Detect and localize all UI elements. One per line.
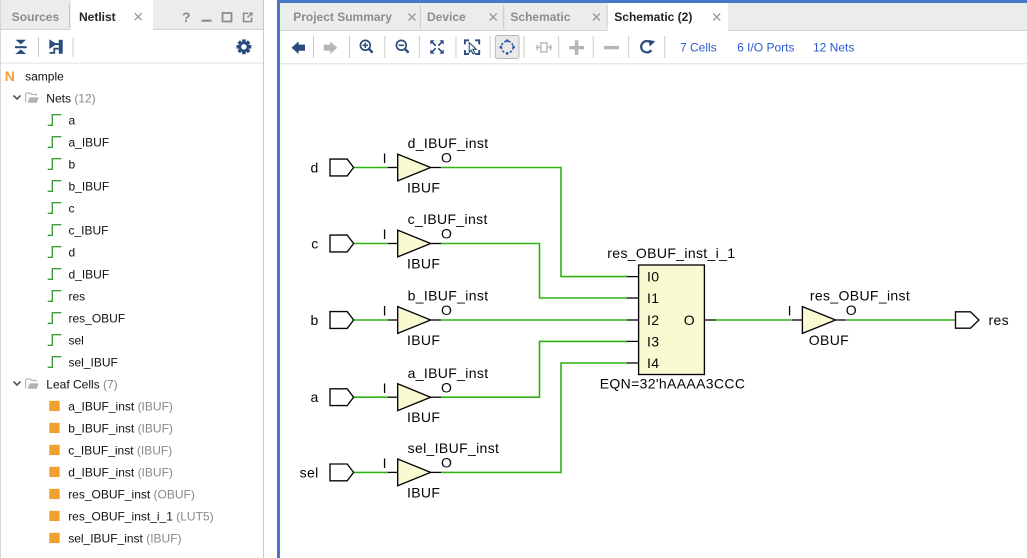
svg-text:Netlist: Netlist xyxy=(79,10,116,24)
svg-text:O: O xyxy=(441,302,452,318)
svg-text:res_OBUF_inst_i_1 (LUT5): res_OBUF_inst_i_1 (LUT5) xyxy=(68,509,213,523)
svg-text:Project Summary: Project Summary xyxy=(293,10,392,24)
svg-text:I: I xyxy=(383,303,387,319)
svg-text:c: c xyxy=(311,236,318,252)
svg-text:res: res xyxy=(69,289,86,303)
svg-text:res: res xyxy=(989,312,1010,328)
svg-text:I0: I0 xyxy=(647,269,659,285)
svg-text:IBUF: IBUF xyxy=(407,180,440,196)
svg-text:IBUF: IBUF xyxy=(407,256,440,272)
svg-text:a_IBUF_inst (IBUF): a_IBUF_inst (IBUF) xyxy=(68,399,173,413)
svg-text:I2: I2 xyxy=(647,312,659,328)
svg-text:Schematic (2): Schematic (2) xyxy=(614,10,692,24)
svg-text:I4: I4 xyxy=(647,355,659,371)
svg-text:sel_IBUF_inst (IBUF): sel_IBUF_inst (IBUF) xyxy=(68,531,181,545)
svg-text:c: c xyxy=(69,201,75,215)
svg-text:IBUF: IBUF xyxy=(407,332,440,348)
svg-text:res_OBUF: res_OBUF xyxy=(69,311,126,325)
svg-text:b: b xyxy=(310,312,318,328)
svg-text:sample: sample xyxy=(25,69,64,83)
svg-text:I: I xyxy=(383,455,387,471)
svg-text:d: d xyxy=(69,245,76,259)
svg-text:sel_IBUF_inst: sel_IBUF_inst xyxy=(408,440,500,456)
svg-text:a: a xyxy=(69,113,76,127)
svg-text:I: I xyxy=(383,226,387,242)
svg-text:res_OBUF_inst (OBUF): res_OBUF_inst (OBUF) xyxy=(68,487,195,501)
svg-text:6 I/O Ports: 6 I/O Ports xyxy=(737,40,794,54)
svg-text:I: I xyxy=(383,150,387,166)
svg-text:d: d xyxy=(310,160,318,176)
svg-text:Device: Device xyxy=(427,10,466,24)
svg-text:O: O xyxy=(441,379,452,395)
svg-text:I: I xyxy=(383,380,387,396)
svg-text:I: I xyxy=(788,303,792,319)
svg-text:?: ? xyxy=(182,9,191,25)
svg-text:IBUF: IBUF xyxy=(407,409,440,425)
svg-text:O: O xyxy=(846,302,857,318)
svg-text:b_IBUF_inst (IBUF): b_IBUF_inst (IBUF) xyxy=(68,421,173,435)
svg-text:O: O xyxy=(441,455,452,471)
svg-text:EQN=32'hAAAA3CCC: EQN=32'hAAAA3CCC xyxy=(600,376,746,392)
svg-text:OBUF: OBUF xyxy=(809,332,849,348)
svg-text:O: O xyxy=(441,226,452,242)
svg-text:I1: I1 xyxy=(647,290,659,306)
svg-text:Sources: Sources xyxy=(12,10,60,24)
svg-text:O: O xyxy=(441,150,452,166)
svg-text:I3: I3 xyxy=(647,333,659,349)
svg-text:sel_IBUF: sel_IBUF xyxy=(69,355,118,369)
svg-text:d_IBUF_inst (IBUF): d_IBUF_inst (IBUF) xyxy=(68,465,173,479)
svg-text:res_OBUF_inst_i_1: res_OBUF_inst_i_1 xyxy=(607,245,735,261)
svg-text:b_IBUF: b_IBUF xyxy=(69,179,110,193)
svg-text:a: a xyxy=(310,389,318,405)
svg-text:a_IBUF: a_IBUF xyxy=(69,135,110,149)
svg-text:c_IBUF_inst (IBUF): c_IBUF_inst (IBUF) xyxy=(68,443,172,457)
svg-text:O: O xyxy=(684,312,695,328)
svg-text:c_IBUF: c_IBUF xyxy=(69,223,109,237)
svg-text:Leaf Cells (7): Leaf Cells (7) xyxy=(46,377,117,391)
svg-text:b: b xyxy=(69,157,76,171)
svg-text:sel: sel xyxy=(69,333,84,347)
svg-text:Schematic: Schematic xyxy=(510,10,570,24)
svg-text:IBUF: IBUF xyxy=(407,484,440,500)
svg-text:Nets (12): Nets (12) xyxy=(46,91,95,105)
svg-text:d_IBUF: d_IBUF xyxy=(69,267,110,281)
svg-text:res_OBUF_inst: res_OBUF_inst xyxy=(810,288,910,304)
svg-text:sel: sel xyxy=(300,464,319,480)
svg-text:N: N xyxy=(5,68,15,84)
svg-text:12 Nets: 12 Nets xyxy=(813,40,854,54)
svg-text:7 Cells: 7 Cells xyxy=(680,40,717,54)
